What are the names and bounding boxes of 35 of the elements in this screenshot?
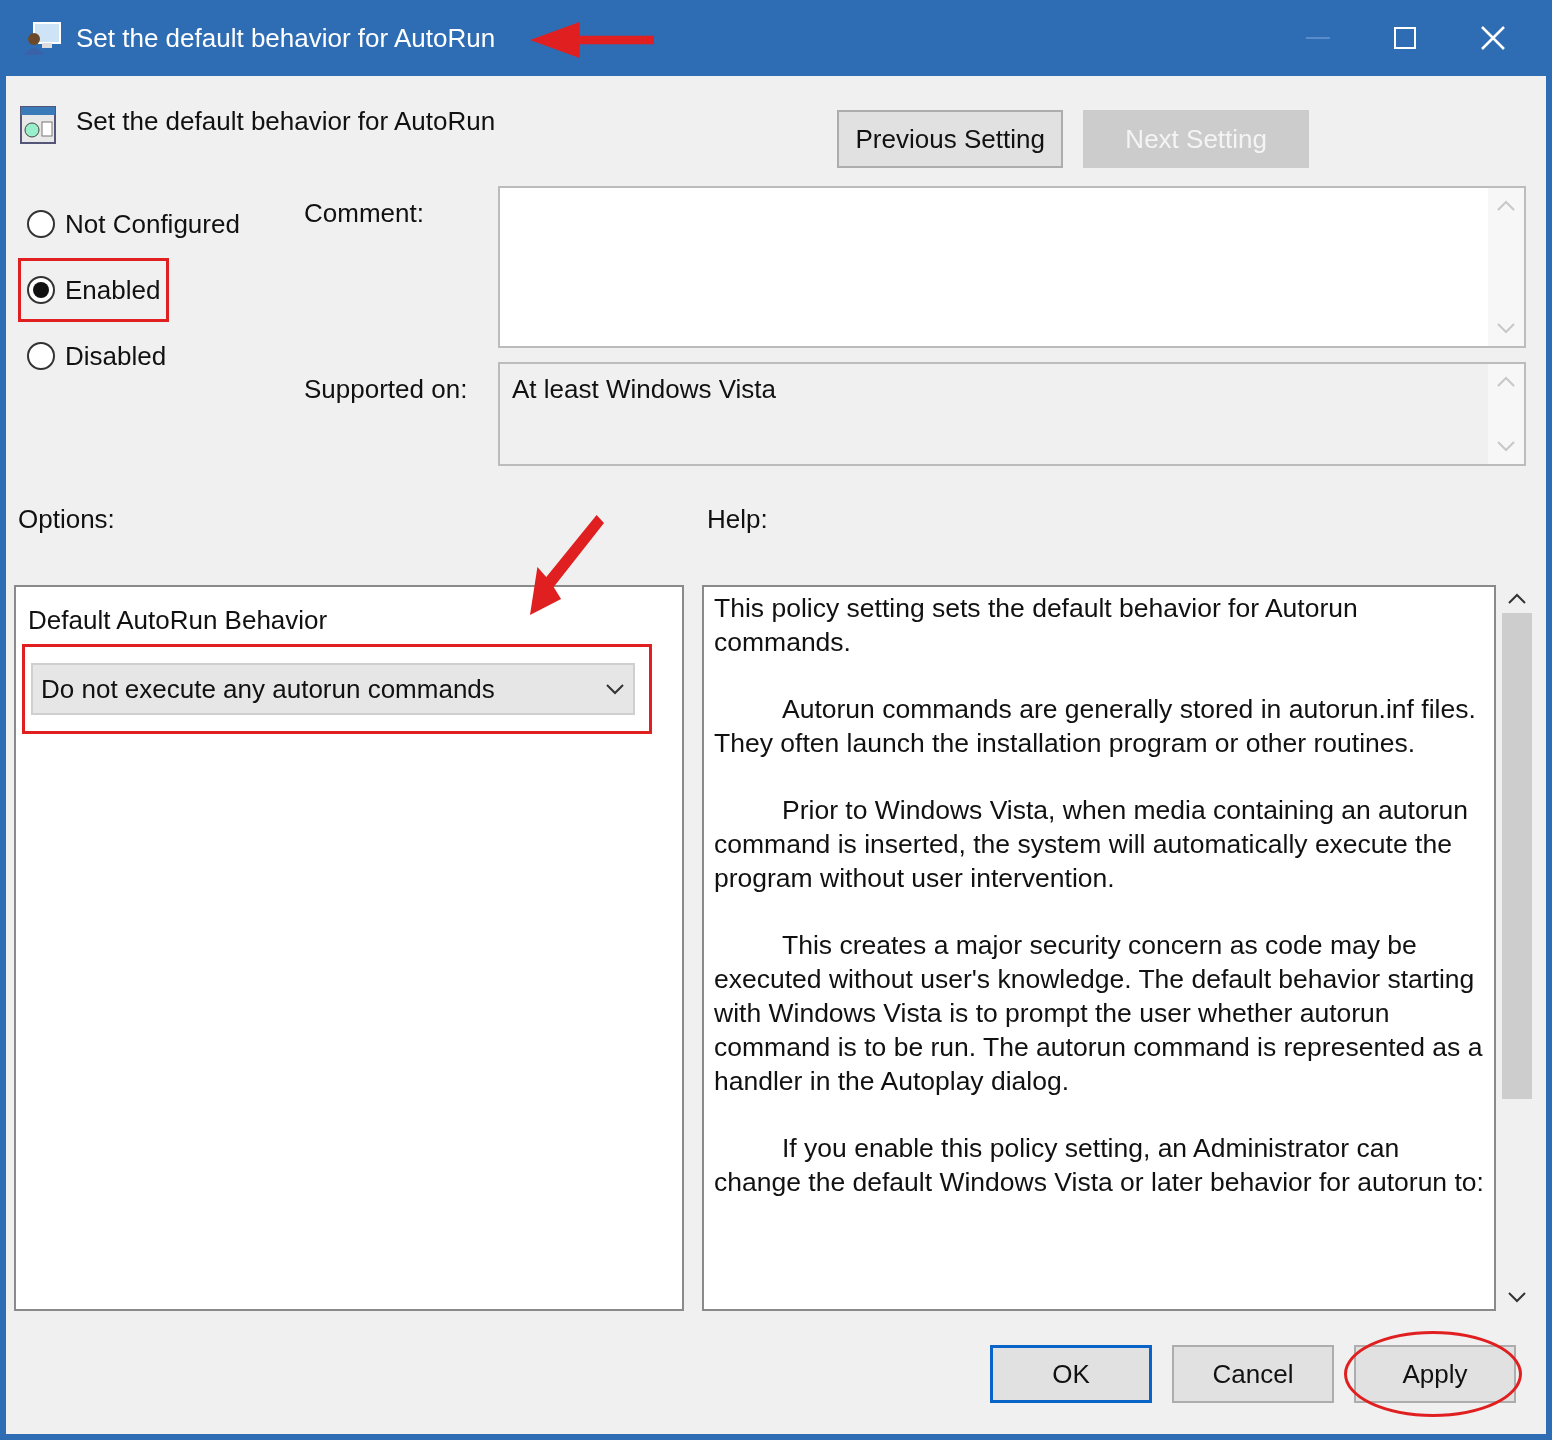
policy-document-icon xyxy=(20,106,56,144)
maximize-icon[interactable] xyxy=(1394,27,1416,49)
radio-label: Enabled xyxy=(65,273,161,307)
dialog-button[interactable]: Apply xyxy=(1354,1345,1516,1403)
supported-on-value: At least Windows Vista xyxy=(511,373,777,406)
scroll-down-icon[interactable] xyxy=(1507,1291,1527,1303)
policy-title: Set the default behavior for AutoRun xyxy=(76,105,496,138)
computer-user-icon xyxy=(24,21,62,55)
help-label: Help: xyxy=(707,503,768,536)
help-paragraph: This creates a major security concern as code may be executed without user's knowledge. The default behavior starting with Windows Vista is to prompt the user whether autorun command is to be run. The autorun command is represented as a handler in the Autoplay dialog. xyxy=(714,929,1484,1098)
dialog-button[interactable]: OK xyxy=(990,1345,1152,1403)
help-paragraph: If you enable this policy setting, an Administrator can change the default Windows Vista or later behavior for autorun to: xyxy=(714,1132,1484,1199)
radio-option[interactable]: Not Configured xyxy=(18,192,249,256)
radio-button[interactable] xyxy=(27,342,55,370)
options-label: Options: xyxy=(18,503,116,536)
radio-label: Disabled xyxy=(65,339,167,373)
radio-button[interactable] xyxy=(27,210,55,238)
dropdown-label: Default AutoRun Behavior xyxy=(27,604,329,637)
help-paragraph: This policy setting sets the default behavior for Autorun commands. xyxy=(714,592,1359,659)
scrollbar-thumb[interactable] xyxy=(1502,613,1532,1099)
nav-button[interactable]: Previous Setting xyxy=(837,110,1064,168)
dropdown-chevron-icon[interactable] xyxy=(605,683,625,695)
scroll-up-icon[interactable] xyxy=(1507,593,1527,605)
radio-option[interactable]: Disabled xyxy=(18,324,176,388)
help-paragraph: Prior to Windows Vista, when media containing an autorun command is inserted, the system will automatically execute the program without user intervention. xyxy=(714,794,1469,895)
dialog-button[interactable]: Cancel xyxy=(1172,1345,1334,1403)
close-icon[interactable] xyxy=(1480,25,1506,51)
radio-label: Not Configured xyxy=(65,207,240,241)
help-paragraph: Autorun commands are generally stored in autorun.inf files. They often launch the installation program or other routines. xyxy=(714,693,1477,760)
comment-label: Comment: xyxy=(304,197,425,230)
radio-button[interactable] xyxy=(27,276,55,304)
supported-on-label: Supported on: xyxy=(304,373,469,406)
behavior-dropdown[interactable]: Do not execute any autorun commands xyxy=(31,663,635,715)
highlighted-radio-option[interactable]: Enabled xyxy=(18,258,170,322)
window-title: Set the default behavior for AutoRun xyxy=(76,21,496,55)
